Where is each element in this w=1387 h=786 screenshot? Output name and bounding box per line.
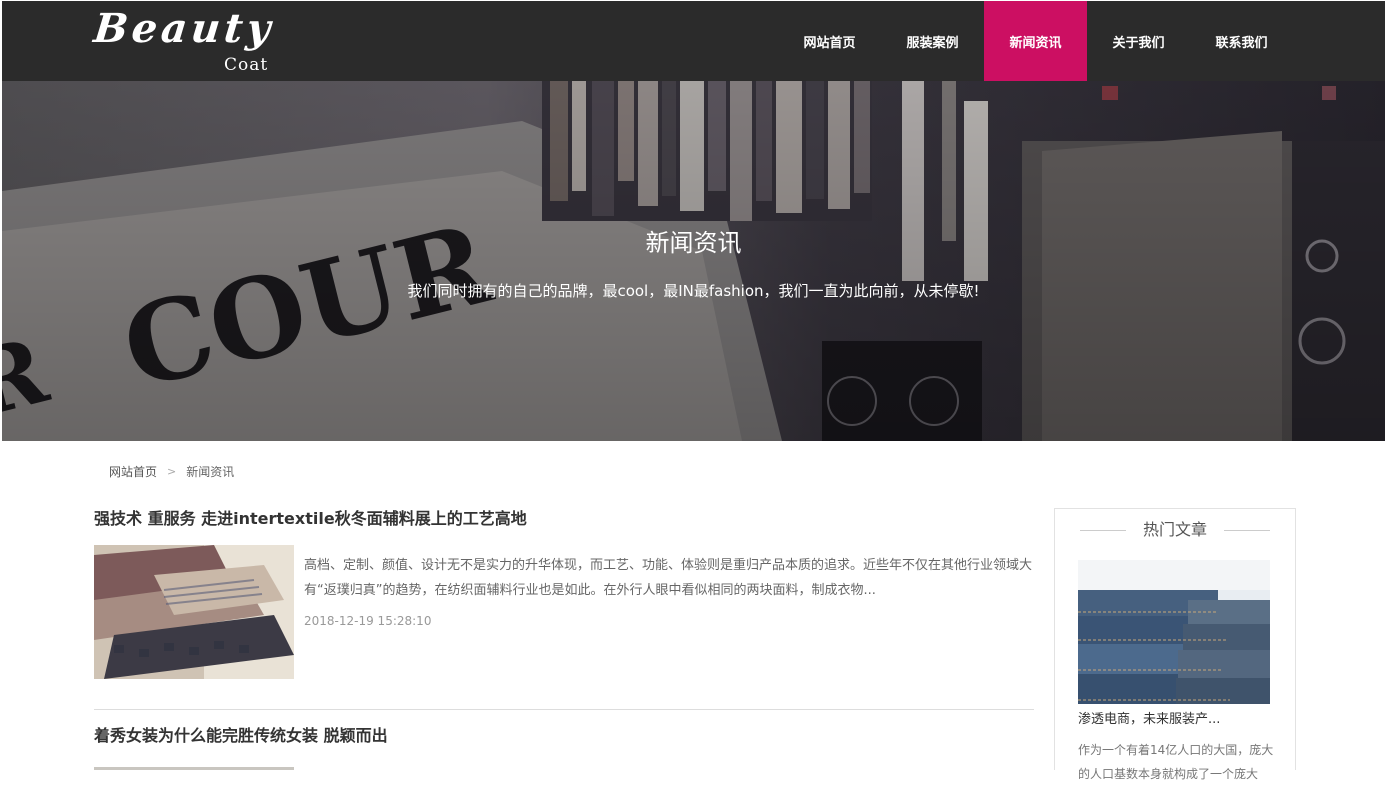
heading-rule-left bbox=[1079, 529, 1126, 531]
hot-articles-heading: 热门文章 bbox=[1055, 519, 1295, 541]
article-divider bbox=[94, 709, 1034, 710]
article-thumbnail[interactable] bbox=[94, 761, 294, 770]
nav-item-contact[interactable]: 联系我们 bbox=[1190, 1, 1293, 81]
denim-image bbox=[1078, 560, 1270, 704]
article-date: 2018-12-19 15:28:10 bbox=[304, 614, 432, 628]
nav-item-home[interactable]: 网站首页 bbox=[778, 1, 881, 81]
banner-subtitle: 我们同时拥有的自己的品牌，最cool，最IN最fashion，我们一直为此向前，… bbox=[407, 282, 980, 300]
site-logo[interactable]: Beauty Coat bbox=[91, 5, 277, 77]
banner-background-image: COUR R bbox=[2, 81, 1385, 441]
main-nav: 网站首页 服装案例 新闻资讯 关于我们 联系我们 bbox=[778, 1, 1293, 81]
breadcrumb: 网站首页 > 新闻资讯 bbox=[109, 464, 234, 480]
heading-rule-right bbox=[1224, 529, 1270, 531]
article-thumbnail[interactable] bbox=[94, 545, 294, 679]
fabric-image bbox=[94, 545, 294, 679]
nav-item-cases[interactable]: 服装案例 bbox=[881, 1, 984, 81]
article-title-link[interactable]: 着秀女装为什么能完胜传统女装 脱颖而出 bbox=[94, 725, 388, 747]
site-header: Beauty Coat 网站首页 服装案例 新闻资讯 关于我们 联系我们 bbox=[2, 1, 1385, 81]
banner-title: 新闻资讯 bbox=[645, 229, 742, 257]
nav-item-news[interactable]: 新闻资讯 bbox=[984, 1, 1087, 81]
breadcrumb-home-link[interactable]: 网站首页 bbox=[109, 464, 157, 480]
hot-articles-title: 热门文章 bbox=[1142, 520, 1207, 539]
logo-subtitle: Coat bbox=[224, 55, 269, 75]
breadcrumb-separator: > bbox=[167, 465, 177, 478]
page-banner: COUR R bbox=[2, 81, 1385, 441]
nav-item-about[interactable]: 关于我们 bbox=[1087, 1, 1190, 81]
logo-wordmark: Beauty bbox=[91, 5, 277, 52]
article-title-link[interactable]: 强技术 重服务 走进intertextile秋冬面辅料展上的工艺高地 bbox=[94, 508, 527, 530]
hot-articles-panel: 热门文章 渗透电商，未来服装产... 作为一个有着14亿人口的大国，庞大的人口基… bbox=[1054, 508, 1296, 781]
breadcrumb-current: 新闻资讯 bbox=[186, 465, 235, 479]
hot-article-thumbnail[interactable] bbox=[1078, 560, 1270, 704]
hot-article-title-link[interactable]: 渗透电商，未来服装产... bbox=[1078, 710, 1278, 730]
article-summary: 高档、定制、颜值、设计无不是实力的升华体现，而工艺、功能、体验则是重归产品本质的… bbox=[304, 558, 1033, 598]
hot-article-summary: 作为一个有着14亿人口的大国，庞大的人口基数本身就构成了一个庞大 bbox=[1078, 743, 1274, 781]
